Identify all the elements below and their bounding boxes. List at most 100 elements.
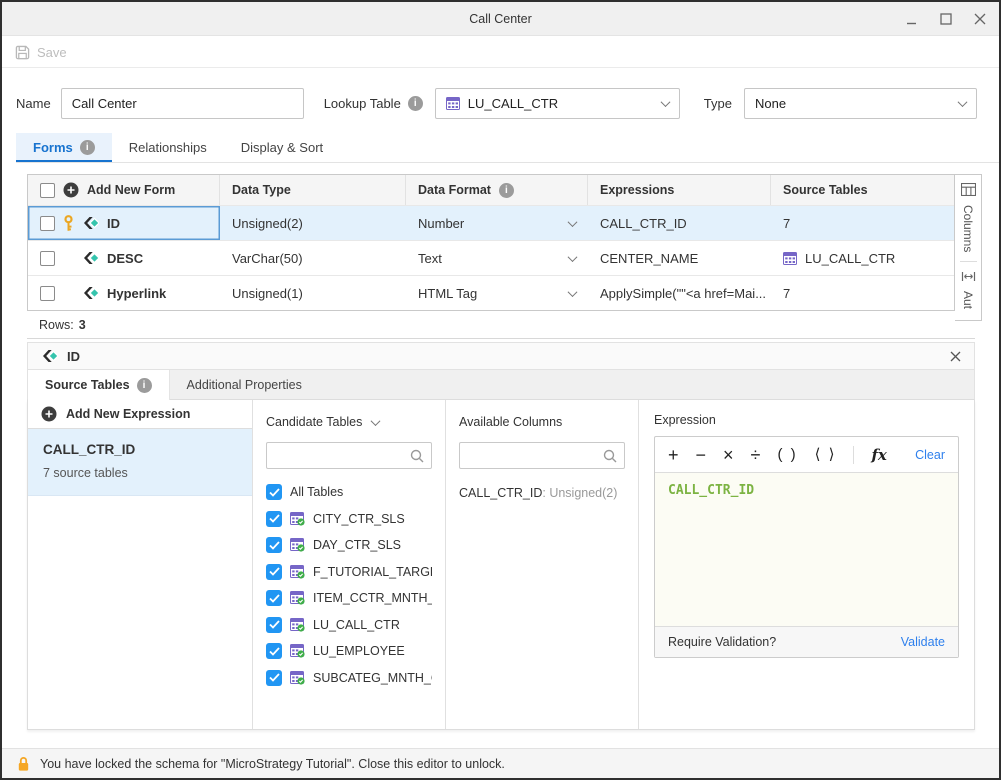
expressions-list-panel: Add New Expression CALL_CTR_ID 7 source … — [28, 400, 252, 729]
attribute-form-icon — [82, 216, 99, 230]
maximize-icon[interactable] — [939, 12, 953, 26]
form-data-type: Unsigned(1) — [232, 286, 303, 301]
autofit-resize-icon[interactable] — [961, 271, 976, 282]
chevron-down-icon — [660, 97, 670, 107]
tab-relationships[interactable]: Relationships — [112, 133, 224, 162]
candidate-table-item[interactable]: F_TUTORIAL_TARGE — [266, 564, 432, 580]
add-new-expression-button[interactable]: Add New Expression — [28, 400, 252, 429]
lookup-table-dropdown[interactable]: LU_CALL_CTR — [435, 88, 680, 119]
checkbox-checked-icon[interactable] — [266, 564, 282, 580]
chevron-down-icon — [568, 287, 578, 297]
divide-operator-button[interactable]: ÷ — [751, 446, 761, 464]
autofit-tab[interactable]: Aut — [961, 291, 975, 309]
rows-label: Rows: — [39, 318, 74, 332]
select-all-checkbox[interactable] — [40, 183, 55, 198]
name-input[interactable] — [61, 88, 304, 119]
search-icon[interactable] — [603, 449, 617, 463]
candidate-table-item[interactable]: LU_CALL_CTR — [266, 617, 432, 633]
tab-forms-label: Forms — [33, 140, 73, 155]
parentheses-button[interactable]: ( ) — [777, 447, 797, 462]
tab-additional-properties[interactable]: Additional Properties — [170, 370, 319, 399]
forms-table: Add New Form Data Type Data Format Expre… — [27, 174, 955, 311]
rows-count: 3 — [79, 318, 86, 332]
checkbox-checked-icon[interactable] — [266, 590, 282, 606]
status-message: You have locked the schema for "MicroStr… — [40, 757, 505, 771]
minimize-icon[interactable] — [905, 12, 919, 26]
require-validation-label: Require Validation? — [668, 635, 776, 649]
side-panel-strip: Columns Aut — [955, 174, 982, 321]
expression-text-area[interactable]: CALL_CTR_ID — [655, 473, 958, 626]
tab-relationships-label: Relationships — [129, 140, 207, 155]
tab-display-sort-label: Display & Sort — [241, 140, 323, 155]
type-value: None — [755, 96, 786, 111]
chevron-down-icon — [371, 416, 381, 426]
search-icon[interactable] — [410, 449, 424, 463]
candidate-table-item[interactable]: SUBCATEG_MNTH_C — [266, 670, 432, 686]
expression-item-subtitle: 7 source tables — [43, 466, 237, 480]
row-checkbox[interactable] — [40, 286, 55, 301]
col-data-type: Data Type — [232, 183, 291, 197]
expression-toolbar: + − × ÷ ( ) ⟨ ⟩ fx Clear — [655, 437, 958, 473]
candidate-table-item[interactable]: All Tables — [266, 484, 432, 500]
expression-panel: Expression + − × ÷ ( ) ⟨ ⟩ fx Clear CALL… — [638, 400, 974, 729]
checkbox-checked-icon[interactable] — [266, 643, 282, 659]
columns-tab[interactable]: Columns — [961, 205, 975, 252]
toolbar: Save — [2, 37, 999, 68]
clear-button[interactable]: Clear — [915, 448, 945, 462]
row-checkbox[interactable] — [40, 216, 55, 231]
type-label: Type — [704, 96, 732, 111]
info-icon[interactable] — [80, 140, 95, 155]
info-icon[interactable] — [499, 183, 514, 198]
multiply-operator-button[interactable]: × — [723, 446, 734, 464]
divider — [960, 261, 977, 262]
data-format-dropdown[interactable]: Text — [406, 241, 588, 275]
candidate-table-item[interactable]: CITY_CTR_SLS — [266, 511, 432, 527]
window-title: Call Center — [469, 12, 532, 26]
function-fx-button[interactable]: fx — [871, 446, 886, 464]
tab-forms[interactable]: Forms — [16, 133, 112, 162]
attribute-form-icon — [82, 286, 99, 300]
row-checkbox[interactable] — [40, 251, 55, 266]
checkbox-checked-icon[interactable] — [266, 617, 282, 633]
plus-operator-button[interactable]: + — [668, 446, 679, 464]
checkbox-checked-icon[interactable] — [266, 511, 282, 527]
checkbox-checked-icon[interactable] — [266, 484, 282, 500]
columns-grid-icon[interactable] — [961, 183, 976, 196]
minus-operator-button[interactable]: − — [696, 446, 707, 464]
candidate-search-input[interactable] — [267, 443, 403, 468]
checkbox-checked-icon[interactable] — [266, 670, 282, 686]
table-row[interactable]: DESC VarChar(50) Text CENTER_NAME LU_CAL… — [28, 240, 954, 275]
expression-list-item[interactable]: CALL_CTR_ID 7 source tables — [28, 429, 252, 496]
tab-display-sort[interactable]: Display & Sort — [224, 133, 340, 162]
validate-button[interactable]: Validate — [901, 635, 945, 649]
candidate-table-item[interactable]: LU_EMPLOYEE — [266, 643, 432, 659]
info-icon[interactable] — [137, 378, 152, 393]
add-new-form-button[interactable]: Add New Form — [63, 182, 175, 198]
candidate-tables-label: Candidate Tables — [266, 415, 362, 429]
table-row[interactable]: ID Unsigned(2) Number CALL_CTR_ID 7 — [28, 205, 954, 240]
info-icon[interactable] — [408, 96, 423, 111]
tab-source-tables[interactable]: Source Tables — [28, 370, 170, 400]
available-column-item[interactable]: CALL_CTR_ID: Unsigned(2) — [459, 486, 625, 500]
table-row[interactable]: Hyperlink Unsigned(1) HTML Tag ApplySimp… — [28, 275, 954, 310]
data-format-dropdown[interactable]: Number — [406, 206, 588, 240]
data-format-dropdown[interactable]: HTML Tag — [406, 276, 588, 310]
candidate-table-item[interactable]: ITEM_CCTR_MNTH_ — [266, 590, 432, 606]
add-new-expression-label: Add New Expression — [66, 407, 190, 421]
close-icon[interactable] — [973, 12, 987, 26]
form-source-tables: 7 — [783, 216, 790, 231]
window-controls — [905, 2, 987, 36]
col-source-tables: Source Tables — [783, 183, 868, 197]
available-columns-search-input[interactable] — [460, 443, 596, 468]
angle-brackets-button[interactable]: ⟨ ⟩ — [815, 447, 837, 462]
table-check-icon — [290, 512, 305, 526]
candidate-tables-dropdown[interactable]: Candidate Tables — [266, 415, 432, 429]
save-button[interactable]: Save — [15, 45, 67, 60]
candidate-table-item[interactable]: DAY_CTR_SLS — [266, 537, 432, 553]
available-columns-panel: Available Columns CALL_CTR_ID: Unsigned(… — [445, 400, 638, 729]
close-icon[interactable] — [950, 351, 961, 362]
table-check-icon — [290, 644, 305, 658]
checkbox-checked-icon[interactable] — [266, 537, 282, 553]
candidate-tables-panel: Candidate Tables All Tables CITY_CTR_SLS — [252, 400, 445, 729]
type-dropdown[interactable]: None — [744, 88, 977, 119]
